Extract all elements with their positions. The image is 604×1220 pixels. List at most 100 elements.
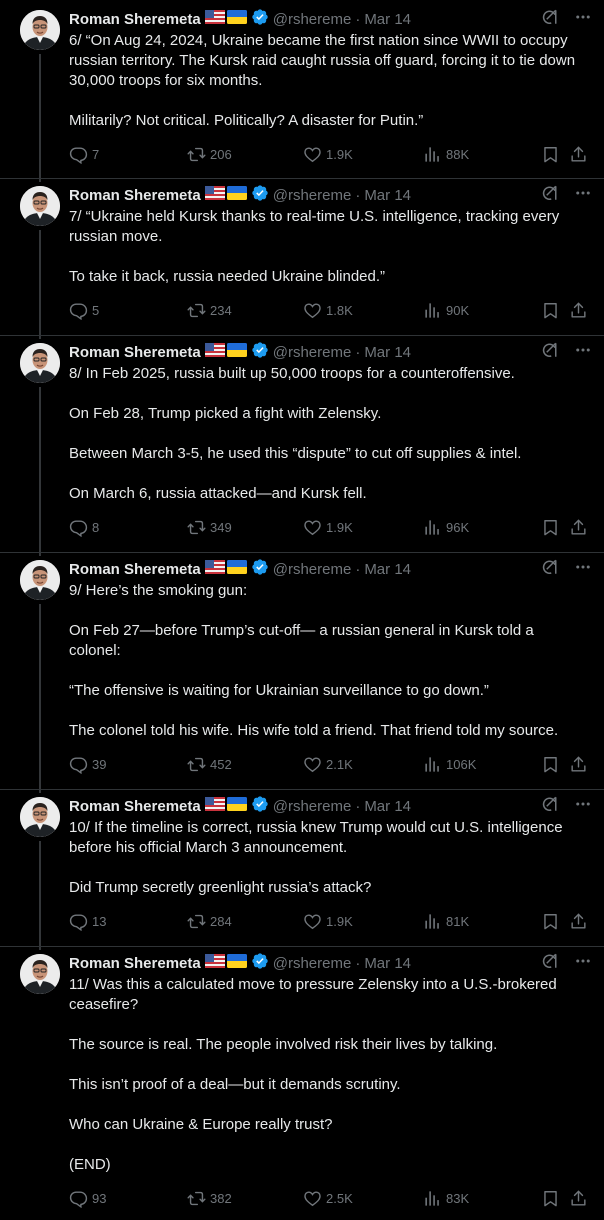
author-handle[interactable]: @rshereme (273, 954, 352, 974)
tweet-timestamp[interactable]: Mar 14 (364, 343, 411, 363)
like-button[interactable]: 2.5K (303, 1188, 353, 1208)
reply-button[interactable]: 8 (69, 517, 99, 537)
grok-icon[interactable] (540, 558, 558, 582)
author-handle[interactable]: @rshereme (273, 343, 352, 363)
repost-icon (187, 301, 210, 320)
grok-icon[interactable] (540, 184, 558, 208)
tweet-timestamp[interactable]: Mar 14 (364, 10, 411, 30)
views-button[interactable]: 90K (423, 300, 469, 320)
tweet-text: 10/ If the timeline is correct, russia k… (69, 818, 589, 898)
verified-badge-icon[interactable] (251, 8, 269, 32)
tweet-timestamp[interactable]: Mar 14 (364, 797, 411, 817)
bookmark-icon (541, 755, 560, 774)
separator-dot: · (355, 561, 361, 578)
repost-button-count: 206 (210, 146, 232, 162)
like-button[interactable]: 1.9K (303, 144, 353, 164)
author-name[interactable]: Roman Sheremeta (69, 343, 201, 363)
more-icon[interactable] (574, 184, 592, 208)
author-name[interactable]: Roman Sheremeta (69, 797, 201, 817)
share-button[interactable] (569, 517, 588, 537)
views-button[interactable]: 96K (423, 517, 469, 537)
avatar[interactable] (20, 10, 60, 50)
avatar[interactable] (20, 186, 60, 226)
verified-badge-icon[interactable] (251, 184, 269, 208)
verified-badge-icon[interactable] (251, 558, 269, 582)
author-name[interactable]: Roman Sheremeta (69, 10, 201, 30)
tweet-paragraph: To take it back, russia needed Ukraine b… (69, 268, 386, 285)
repost-button[interactable]: 349 (187, 517, 232, 537)
ukraine-flag-icon (226, 797, 247, 817)
reply-button[interactable]: 5 (69, 300, 99, 320)
repost-button[interactable]: 234 (187, 300, 232, 320)
reply-button[interactable]: 93 (69, 1188, 106, 1208)
views-button[interactable]: 88K (423, 144, 469, 164)
author-handle[interactable]: @rshereme (273, 10, 352, 30)
views-button[interactable]: 81K (423, 911, 469, 931)
bookmark-button[interactable] (541, 144, 560, 164)
author-handle[interactable]: @rshereme (273, 560, 352, 580)
tweet-timestamp[interactable]: Mar 14 (364, 186, 411, 206)
heart-icon (303, 912, 326, 931)
more-icon[interactable] (574, 795, 592, 819)
reply-button[interactable]: 13 (69, 911, 106, 931)
grok-icon[interactable] (540, 341, 558, 365)
grok-icon[interactable] (540, 795, 558, 819)
views-button-count: 81K (446, 913, 470, 929)
avatar[interactable] (20, 797, 60, 837)
author-name[interactable]: Roman Sheremeta (69, 560, 201, 580)
thread-connector-line (39, 230, 41, 339)
avatar[interactable] (20, 954, 60, 994)
like-button[interactable]: 2.1K (303, 754, 353, 774)
author-handle[interactable]: @rshereme (273, 797, 352, 817)
more-icon[interactable] (574, 952, 592, 976)
author-name[interactable]: Roman Sheremeta (69, 186, 201, 206)
bookmark-button[interactable] (541, 517, 560, 537)
grok-icon[interactable] (540, 952, 558, 976)
avatar[interactable] (20, 560, 60, 600)
repost-button[interactable]: 452 (187, 754, 232, 774)
tweet-paragraph: 7/ “Ukraine held Kursk thanks to real-ti… (69, 208, 560, 245)
author-name[interactable]: Roman Sheremeta (69, 954, 201, 974)
like-button[interactable]: 1.9K (303, 517, 353, 537)
verified-badge-icon[interactable] (251, 952, 269, 976)
ukraine-flag-icon (226, 10, 247, 30)
repost-button[interactable]: 206 (187, 144, 232, 164)
share-button[interactable] (569, 1188, 588, 1208)
share-button[interactable] (569, 300, 588, 320)
repost-button[interactable]: 284 (187, 911, 232, 931)
more-icon[interactable] (574, 341, 592, 365)
reply-icon (69, 301, 92, 320)
views-button[interactable]: 83K (423, 1188, 469, 1208)
author-handle[interactable]: @rshereme (273, 186, 352, 206)
more-icon[interactable] (574, 558, 592, 582)
tweet-timestamp[interactable]: Mar 14 (364, 560, 411, 580)
tweet-timestamp[interactable]: Mar 14 (364, 954, 411, 974)
reply-button-count: 93 (92, 1190, 107, 1206)
reply-button[interactable]: 39 (69, 754, 106, 774)
avatar[interactable] (20, 343, 60, 383)
views-button-count: 96K (446, 519, 470, 535)
bookmark-button[interactable] (541, 300, 560, 320)
like-button[interactable]: 1.9K (303, 911, 353, 931)
tweet-actions: 39 452 2.1K 106K (69, 754, 589, 774)
tweet-paragraph: 6/ “On Aug 24, 2024, Ukraine became the … (69, 32, 576, 89)
reply-icon (69, 912, 92, 931)
share-button[interactable] (569, 754, 588, 774)
views-button[interactable]: 106K (423, 754, 476, 774)
reply-button[interactable]: 7 (69, 144, 99, 164)
bookmark-button[interactable] (541, 911, 560, 931)
tweet-header: Roman Sheremeta @rshereme · Mar 14 (69, 341, 592, 365)
ukraine-flag-icon (226, 343, 247, 363)
tweet-paragraph: Did Trump secretly greenlight russia’s a… (69, 879, 372, 896)
verified-badge-icon[interactable] (251, 795, 269, 819)
verified-badge-icon[interactable] (251, 341, 269, 365)
grok-icon[interactable] (540, 8, 558, 32)
bookmark-button[interactable] (541, 754, 560, 774)
share-button[interactable] (569, 911, 588, 931)
more-icon[interactable] (574, 8, 592, 32)
bookmark-button[interactable] (541, 1188, 560, 1208)
repost-button[interactable]: 382 (187, 1188, 232, 1208)
share-button[interactable] (569, 144, 588, 164)
share-icon (569, 755, 588, 774)
like-button[interactable]: 1.8K (303, 300, 353, 320)
